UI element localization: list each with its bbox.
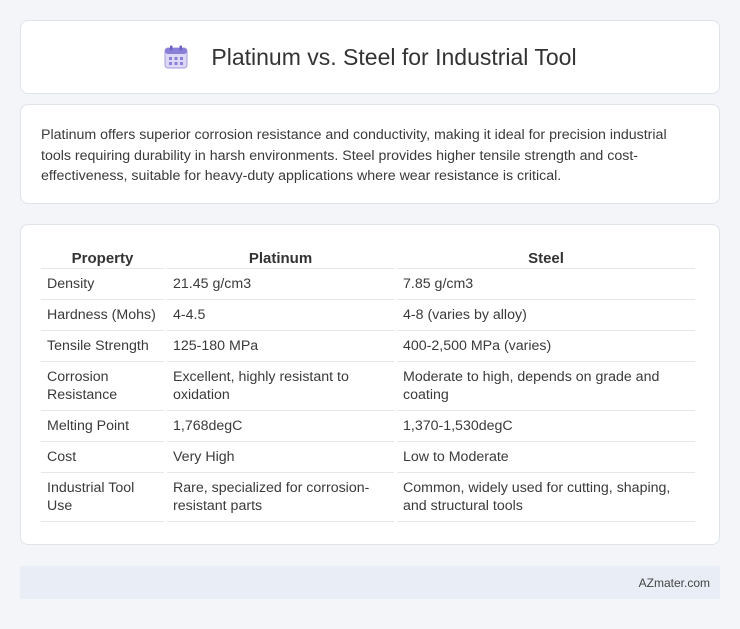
header-steel: Steel: [397, 245, 695, 269]
comparison-table-card: Property Platinum Steel Density 21.45 g/…: [20, 224, 720, 545]
row-steel: 400-2,500 MPa (varies): [397, 331, 695, 362]
row-platinum: 4-4.5: [167, 300, 394, 331]
row-steel: Low to Moderate: [397, 442, 695, 473]
row-steel: 4-8 (varies by alloy): [397, 300, 695, 331]
row-property: Tensile Strength: [41, 331, 164, 362]
intro-text: Platinum offers superior corrosion resis…: [41, 127, 667, 184]
comparison-table: Property Platinum Steel Density 21.45 g/…: [38, 245, 698, 522]
table-row: Cost Very High Low to Moderate: [41, 442, 695, 473]
table-row: Tensile Strength 125-180 MPa 400-2,500 M…: [41, 331, 695, 362]
calendar-icon: [164, 45, 188, 69]
table-row: Melting Point 1,768degC 1,370-1,530degC: [41, 411, 695, 442]
table-row: Industrial Tool Use Rare, specialized fo…: [41, 473, 695, 522]
table-row: Hardness (Mohs) 4-4.5 4-8 (varies by all…: [41, 300, 695, 331]
table-row: Corrosion Resistance Excellent, highly r…: [41, 362, 695, 411]
header-platinum: Platinum: [167, 245, 394, 269]
row-property: Cost: [41, 442, 164, 473]
row-property: Melting Point: [41, 411, 164, 442]
row-steel: Moderate to high, depends on grade and c…: [397, 362, 695, 411]
title-card: Platinum vs. Steel for Industrial Tool: [20, 20, 720, 94]
row-platinum: Excellent, highly resistant to oxidation: [167, 362, 394, 411]
row-platinum: 125-180 MPa: [167, 331, 394, 362]
row-platinum: Very High: [167, 442, 394, 473]
row-property: Industrial Tool Use: [41, 473, 164, 522]
footer: AZmater.com: [20, 566, 720, 599]
row-property: Hardness (Mohs): [41, 300, 164, 331]
row-steel: 7.85 g/cm3: [397, 269, 695, 300]
page-title: Platinum vs. Steel for Industrial Tool: [211, 43, 577, 70]
intro-card: Platinum offers superior corrosion resis…: [20, 104, 720, 204]
table-row: Density 21.45 g/cm3 7.85 g/cm3: [41, 269, 695, 300]
row-steel: 1,370-1,530degC: [397, 411, 695, 442]
table-header-row: Property Platinum Steel: [41, 245, 695, 269]
footer-source: AZmater.com: [638, 575, 710, 590]
row-platinum: 1,768degC: [167, 411, 394, 442]
header-property: Property: [41, 245, 164, 269]
row-platinum: Rare, specialized for corrosion-resistan…: [167, 473, 394, 522]
row-property: Density: [41, 269, 164, 300]
row-property: Corrosion Resistance: [41, 362, 164, 411]
row-platinum: 21.45 g/cm3: [167, 269, 394, 300]
row-steel: Common, widely used for cutting, shaping…: [397, 473, 695, 522]
title-wrap: Platinum vs. Steel for Industrial Tool: [163, 43, 577, 71]
